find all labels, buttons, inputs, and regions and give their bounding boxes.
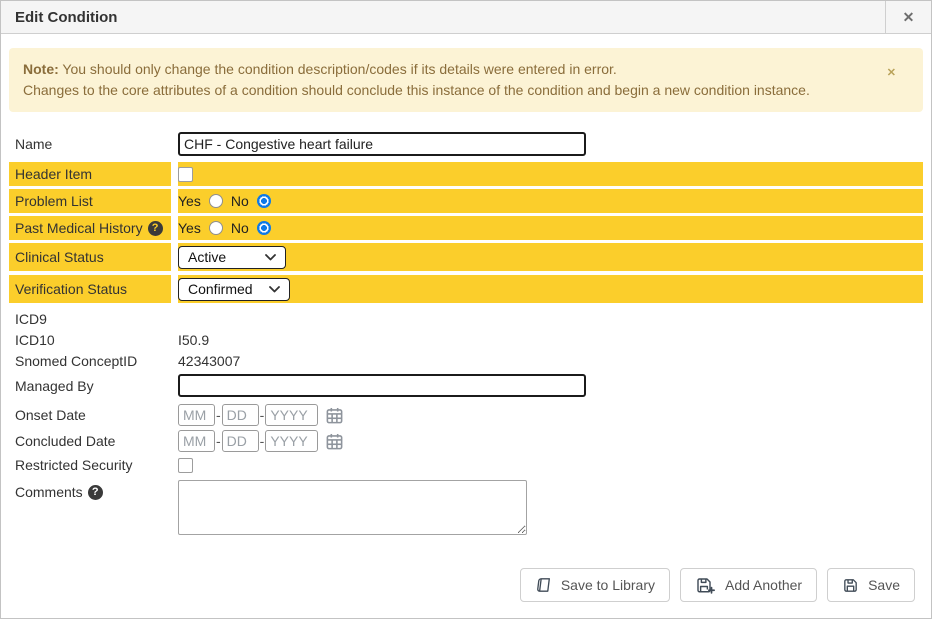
name-input[interactable] <box>178 132 586 156</box>
row-managed-by: Managed By <box>9 374 923 397</box>
managed-by-label: Managed By <box>9 378 171 394</box>
book-icon <box>535 577 552 594</box>
note-banner: Note: You should only change the conditi… <box>9 48 923 112</box>
problem-list-yes-radio[interactable] <box>209 194 223 208</box>
icd10-label: ICD10 <box>9 332 171 348</box>
close-icon: ✕ <box>903 9 915 26</box>
concluded-month-input[interactable] <box>178 430 215 452</box>
past-medical-history-no-label: No <box>231 220 249 236</box>
dialog-actions: Save to Library Add Another Save <box>9 568 923 602</box>
edit-condition-dialog: Edit Condition ✕ Note: You should only c… <box>0 0 932 619</box>
comments-help-icon[interactable]: ? <box>88 485 103 500</box>
chevron-down-icon <box>269 286 280 293</box>
managed-by-input[interactable] <box>178 374 586 397</box>
header-item-label: Header Item <box>9 162 171 186</box>
row-header-item: Header Item <box>9 162 923 186</box>
row-icd9: ICD9 <box>9 310 923 327</box>
problem-list-label: Problem List <box>9 189 171 213</box>
icd10-value: I50.9 <box>178 332 209 348</box>
snomed-value: 42343007 <box>178 353 240 369</box>
name-label: Name <box>9 136 171 152</box>
problem-list-no-label: No <box>231 193 249 209</box>
dialog-header: Edit Condition ✕ <box>1 1 931 34</box>
note-dismiss-button[interactable]: ✕ <box>887 63 896 84</box>
row-verification-status: Verification Status Confirmed <box>9 275 923 303</box>
concluded-day-input[interactable] <box>222 430 259 452</box>
onset-calendar-icon[interactable] <box>325 406 344 425</box>
row-onset-date: Onset Date - - <box>9 404 923 426</box>
header-item-checkbox[interactable] <box>178 167 193 182</box>
icd9-label: ICD9 <box>9 311 171 327</box>
onset-month-input[interactable] <box>178 404 215 426</box>
concluded-calendar-icon[interactable] <box>325 432 344 451</box>
verification-status-value: Confirmed <box>188 281 253 297</box>
past-medical-history-help-icon[interactable]: ? <box>148 221 163 236</box>
concluded-year-input[interactable] <box>265 430 318 452</box>
row-restricted-security: Restricted Security <box>9 455 923 475</box>
note-line1: Note: You should only change the conditi… <box>23 59 883 80</box>
comments-label: Comments <box>15 484 83 500</box>
row-past-medical-history: Past Medical History ? Yes No <box>9 216 923 240</box>
problem-list-no-radio[interactable] <box>257 194 271 208</box>
save-button[interactable]: Save <box>827 568 915 602</box>
comments-textarea[interactable] <box>178 480 527 535</box>
past-medical-history-yes-label: Yes <box>178 220 201 236</box>
row-problem-list: Problem List Yes No <box>9 189 923 213</box>
save-icon <box>842 577 859 594</box>
past-medical-history-no-radio[interactable] <box>257 221 271 235</box>
onset-date-label: Onset Date <box>9 407 171 423</box>
verification-status-label: Verification Status <box>9 275 171 303</box>
save-to-library-button[interactable]: Save to Library <box>520 568 670 602</box>
condition-form: Name Header Item Problem List Yes No <box>1 129 931 602</box>
onset-day-input[interactable] <box>222 404 259 426</box>
close-button[interactable]: ✕ <box>885 1 931 34</box>
row-concluded-date: Concluded Date - - <box>9 430 923 452</box>
save-plus-icon <box>695 576 716 594</box>
add-another-button[interactable]: Add Another <box>680 568 817 602</box>
row-clinical-status: Clinical Status Active <box>9 243 923 271</box>
clinical-status-label: Clinical Status <box>9 243 171 271</box>
concluded-date-label: Concluded Date <box>9 433 171 449</box>
clinical-status-select[interactable]: Active <box>178 246 286 269</box>
verification-status-select[interactable]: Confirmed <box>178 278 290 301</box>
onset-year-input[interactable] <box>265 404 318 426</box>
past-medical-history-yes-radio[interactable] <box>209 221 223 235</box>
problem-list-yes-label: Yes <box>178 193 201 209</box>
clinical-status-value: Active <box>188 249 226 265</box>
dismiss-icon: ✕ <box>887 67 896 79</box>
row-comments: Comments ? <box>9 480 923 535</box>
restricted-security-checkbox[interactable] <box>178 458 193 473</box>
row-name: Name <box>9 129 923 159</box>
snomed-label: Snomed ConceptID <box>9 353 171 369</box>
note-label: Note: <box>23 61 59 77</box>
dialog-title: Edit Condition <box>1 9 117 26</box>
row-icd10: ICD10 I50.9 <box>9 331 923 348</box>
note-line2: Changes to the core attributes of a cond… <box>23 80 883 101</box>
restricted-security-label: Restricted Security <box>9 457 171 473</box>
row-snomed: Snomed ConceptID 42343007 <box>9 352 923 369</box>
chevron-down-icon <box>265 254 276 261</box>
past-medical-history-label: Past Medical History <box>15 220 143 236</box>
